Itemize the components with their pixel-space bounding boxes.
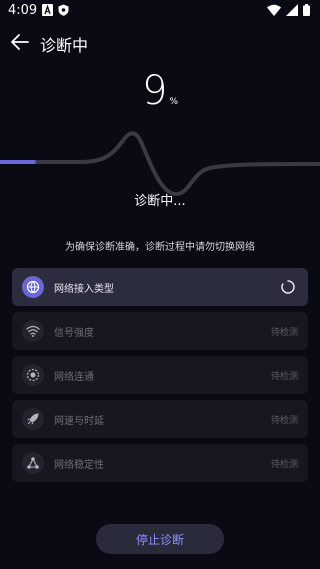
wifi-icon xyxy=(22,320,44,342)
status-right-icons xyxy=(267,4,310,16)
diagnosis-subtitle: 为确保诊断准确，诊断过程中请勿切换网络 xyxy=(65,242,255,253)
network-type-icon xyxy=(22,276,44,298)
header: 诊断中 xyxy=(0,28,320,58)
wave-track xyxy=(0,131,320,197)
arrow-left-icon[interactable] xyxy=(8,30,32,54)
status-time: 4:09 xyxy=(8,3,38,18)
check-status: 待检测 xyxy=(270,415,298,426)
screen: 4:09 诊断中 9 % 诊断中... 为确保诊断准确，诊断过程中请勿切换网络 … xyxy=(0,0,320,569)
font-a-icon xyxy=(42,4,53,16)
status-bar: 4:09 xyxy=(0,0,320,22)
battery-icon xyxy=(303,4,310,16)
page-title: 诊断中 xyxy=(40,36,89,55)
progress-value: 9 xyxy=(141,68,168,114)
check-label: 信号强度 xyxy=(54,327,94,339)
shield-icon xyxy=(58,4,69,16)
check-label: 网络稳定性 xyxy=(54,459,104,471)
check-list: 网络接入类型 信号强度 待检测 网络连通 待检测 网速与时延 待检测 网络稳定性… xyxy=(12,268,308,488)
check-label: 网络接入类型 xyxy=(54,283,114,295)
progress-unit: % xyxy=(169,97,178,107)
loading-spinner-icon xyxy=(281,280,295,294)
check-status: 待检测 xyxy=(270,327,298,338)
nodes-icon xyxy=(22,452,44,474)
rocket-icon xyxy=(22,408,44,430)
check-label: 网速与时延 xyxy=(54,415,104,427)
check-status: 待检测 xyxy=(270,459,298,470)
check-item-stability: 网络稳定性 待检测 xyxy=(12,444,308,482)
check-label: 网络连通 xyxy=(54,371,94,383)
progress-display: 9% xyxy=(0,68,320,114)
stop-diagnosis-button[interactable]: 停止诊断 xyxy=(96,524,224,554)
signal-icon xyxy=(286,4,298,16)
status-left-icons xyxy=(42,4,69,16)
check-item-signal-strength: 信号强度 待检测 xyxy=(12,312,308,350)
check-status: 待检测 xyxy=(270,371,298,382)
connectivity-icon xyxy=(22,364,44,386)
check-item-connectivity: 网络连通 待检测 xyxy=(12,356,308,394)
check-item-network-type: 网络接入类型 xyxy=(12,268,308,306)
check-item-speed-latency: 网速与时延 待检测 xyxy=(12,400,308,438)
wifi-icon xyxy=(267,4,281,16)
diagnosis-status: 诊断中... xyxy=(134,194,186,209)
